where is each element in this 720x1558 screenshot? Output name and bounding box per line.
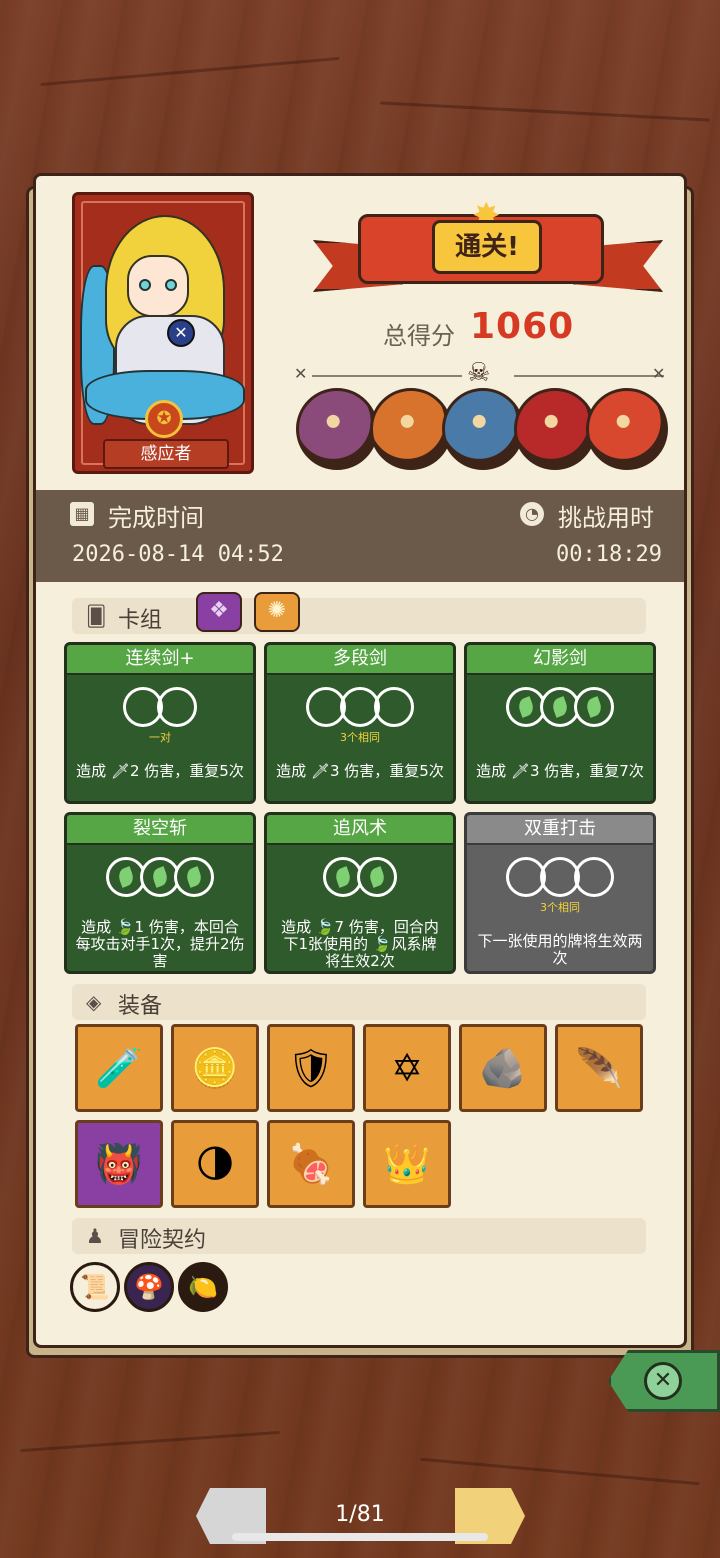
blue-shield-icon[interactable]: 🛡 xyxy=(267,1024,355,1112)
completion-time-value: 2026-08-14 04:52 xyxy=(72,542,284,567)
card-cost-slots xyxy=(67,857,253,897)
x-badge-icon: ✕ xyxy=(167,319,195,347)
home-indicator xyxy=(232,1533,488,1541)
card-title: 幻影剑 xyxy=(467,645,653,675)
card-description: 下一张使用的牌将生效两次 xyxy=(477,932,643,967)
potion-icon[interactable]: 🧪 xyxy=(75,1024,163,1112)
boss-portrait-red-demon[interactable] xyxy=(514,388,596,470)
card-title: 追风术 xyxy=(267,815,453,845)
card-description: 造成 🗡3 伤害，重复5次 xyxy=(276,762,444,780)
leaf-slot-icon xyxy=(357,857,397,897)
deck-card[interactable]: 双重打击 3个相同下一张使用的牌将生效两次 xyxy=(464,812,656,974)
card-title: 连续剑+ xyxy=(67,645,253,675)
card-cost-slots xyxy=(267,857,453,897)
score-value: 1060 xyxy=(470,306,575,347)
card-cost-slots xyxy=(467,687,653,727)
completion-time-label: 完成时间 xyxy=(108,504,204,532)
clear-banner-text: 通关! xyxy=(432,220,542,274)
challenge-time-label: 挑战用时 xyxy=(558,504,654,532)
deck-card[interactable]: 幻影剑造成 🗡3 伤害，重复7次 xyxy=(464,642,656,804)
time-bar: ▦ 完成时间 2026-08-14 04:52 ◔ 挑战用时 00:18:29 xyxy=(36,490,684,582)
feather-icon[interactable]: 🪶 xyxy=(555,1024,643,1112)
divider-right xyxy=(514,375,664,377)
meat-icon[interactable]: 🍖 xyxy=(267,1120,355,1208)
deck-card[interactable]: 裂空斩造成 🍃1 伤害，本回合每攻击对手1次，提升2伤害 xyxy=(64,812,256,974)
deck-card[interactable]: 连续剑+ 一对造成 🗡2 伤害，重复5次 xyxy=(64,642,256,804)
card-description: 造成 🍃7 伤害，回合内下1张使用的 🍃风系牌 将生效2次 xyxy=(281,918,439,970)
mushroom-icon[interactable]: 🍄 xyxy=(124,1262,174,1312)
divider-left xyxy=(312,375,462,377)
score-label: 总得分 xyxy=(383,322,455,350)
swirl-rune-icon[interactable]: ✺ xyxy=(254,592,300,632)
stopwatch-icon: ◔ xyxy=(520,502,544,526)
character-face xyxy=(127,255,189,317)
equipment-section-header: ◈ 装备 xyxy=(72,984,646,1020)
boss-portrait-rainbow-dragon[interactable] xyxy=(586,388,668,470)
leaf-slot-icon xyxy=(574,687,614,727)
wind-rune-icon[interactable]: ❖ xyxy=(196,592,242,632)
card-description: 造成 🗡3 伤害，重复7次 xyxy=(476,762,644,780)
character-eye xyxy=(139,279,151,291)
moon-orb-icon[interactable]: 🌗 xyxy=(171,1120,259,1208)
coin-token-icon[interactable]: 🪙 xyxy=(171,1024,259,1112)
character-name: 感应者 xyxy=(103,439,229,469)
crossed-swords-icon: ✕ xyxy=(294,364,308,383)
page-indicator: 1/81 xyxy=(335,1502,385,1527)
cube-icon: ◈ xyxy=(86,990,102,1014)
card-cost-slots xyxy=(467,857,653,897)
card-requirement: 3个相同 xyxy=(340,731,380,744)
card-cost-slots xyxy=(267,687,453,727)
character-eye xyxy=(165,279,177,291)
equipment-label: 装备 xyxy=(118,994,163,1019)
card-title: 裂空斩 xyxy=(67,815,253,845)
skull-icon: ☠ xyxy=(467,358,491,388)
contract-section-header: ♟ 冒险契约 xyxy=(72,1218,646,1254)
boss-portrait-orange-ogre[interactable] xyxy=(370,388,452,470)
contract-label: 冒险契约 xyxy=(118,1228,207,1253)
class-medal-icon xyxy=(145,400,183,438)
person-icon: ♟ xyxy=(86,1224,104,1248)
challenge-time-value: 00:18:29 xyxy=(556,542,662,567)
card-requirement: 3个相同 xyxy=(540,901,580,914)
deck-card[interactable]: 追风术造成 🍃7 伤害，回合内下1张使用的 🍃风系牌 将生效2次 xyxy=(264,812,456,974)
demon-mask-icon[interactable]: 👹 xyxy=(75,1120,163,1208)
leaf-slot-icon xyxy=(174,857,214,897)
crown-icon[interactable]: 👑 xyxy=(363,1120,451,1208)
card-requirement: 一对 xyxy=(149,731,171,744)
lemon-coin-icon[interactable]: 🍋 xyxy=(178,1262,228,1312)
boss-portrait-armored-knight[interactable] xyxy=(442,388,524,470)
boss-portrait-stone-golem[interactable] xyxy=(296,388,378,470)
empty-slot-icon xyxy=(157,687,197,727)
close-icon[interactable]: ✕ xyxy=(644,1362,682,1400)
deck-label: 卡组 xyxy=(118,608,163,633)
card-description: 造成 🍃1 伤害，本回合每攻击对手1次，提升2伤害 xyxy=(75,918,245,970)
card-description: 造成 🗡2 伤害，重复5次 xyxy=(76,762,244,780)
cards-icon: 🂠 xyxy=(86,604,107,628)
deck-card[interactable]: 多段剑 3个相同造成 🗡3 伤害，重复5次 xyxy=(264,642,456,804)
empty-slot-icon xyxy=(374,687,414,727)
deck-section-header: 🂠 卡组 xyxy=(72,598,646,634)
character-card[interactable]: ✕ 感应者 xyxy=(72,192,254,474)
card-title: 多段剑 xyxy=(267,645,453,675)
scroll-icon[interactable]: 📜 xyxy=(70,1262,120,1312)
card-cost-slots xyxy=(67,687,253,727)
calendar-icon: ▦ xyxy=(70,502,94,526)
green-stone-icon[interactable]: 🪨 xyxy=(459,1024,547,1112)
card-title: 双重打击 xyxy=(467,815,653,845)
hexagram-icon[interactable]: ✡ xyxy=(363,1024,451,1112)
empty-slot-icon xyxy=(574,857,614,897)
crossed-swords-icon: ✕ xyxy=(652,364,666,383)
